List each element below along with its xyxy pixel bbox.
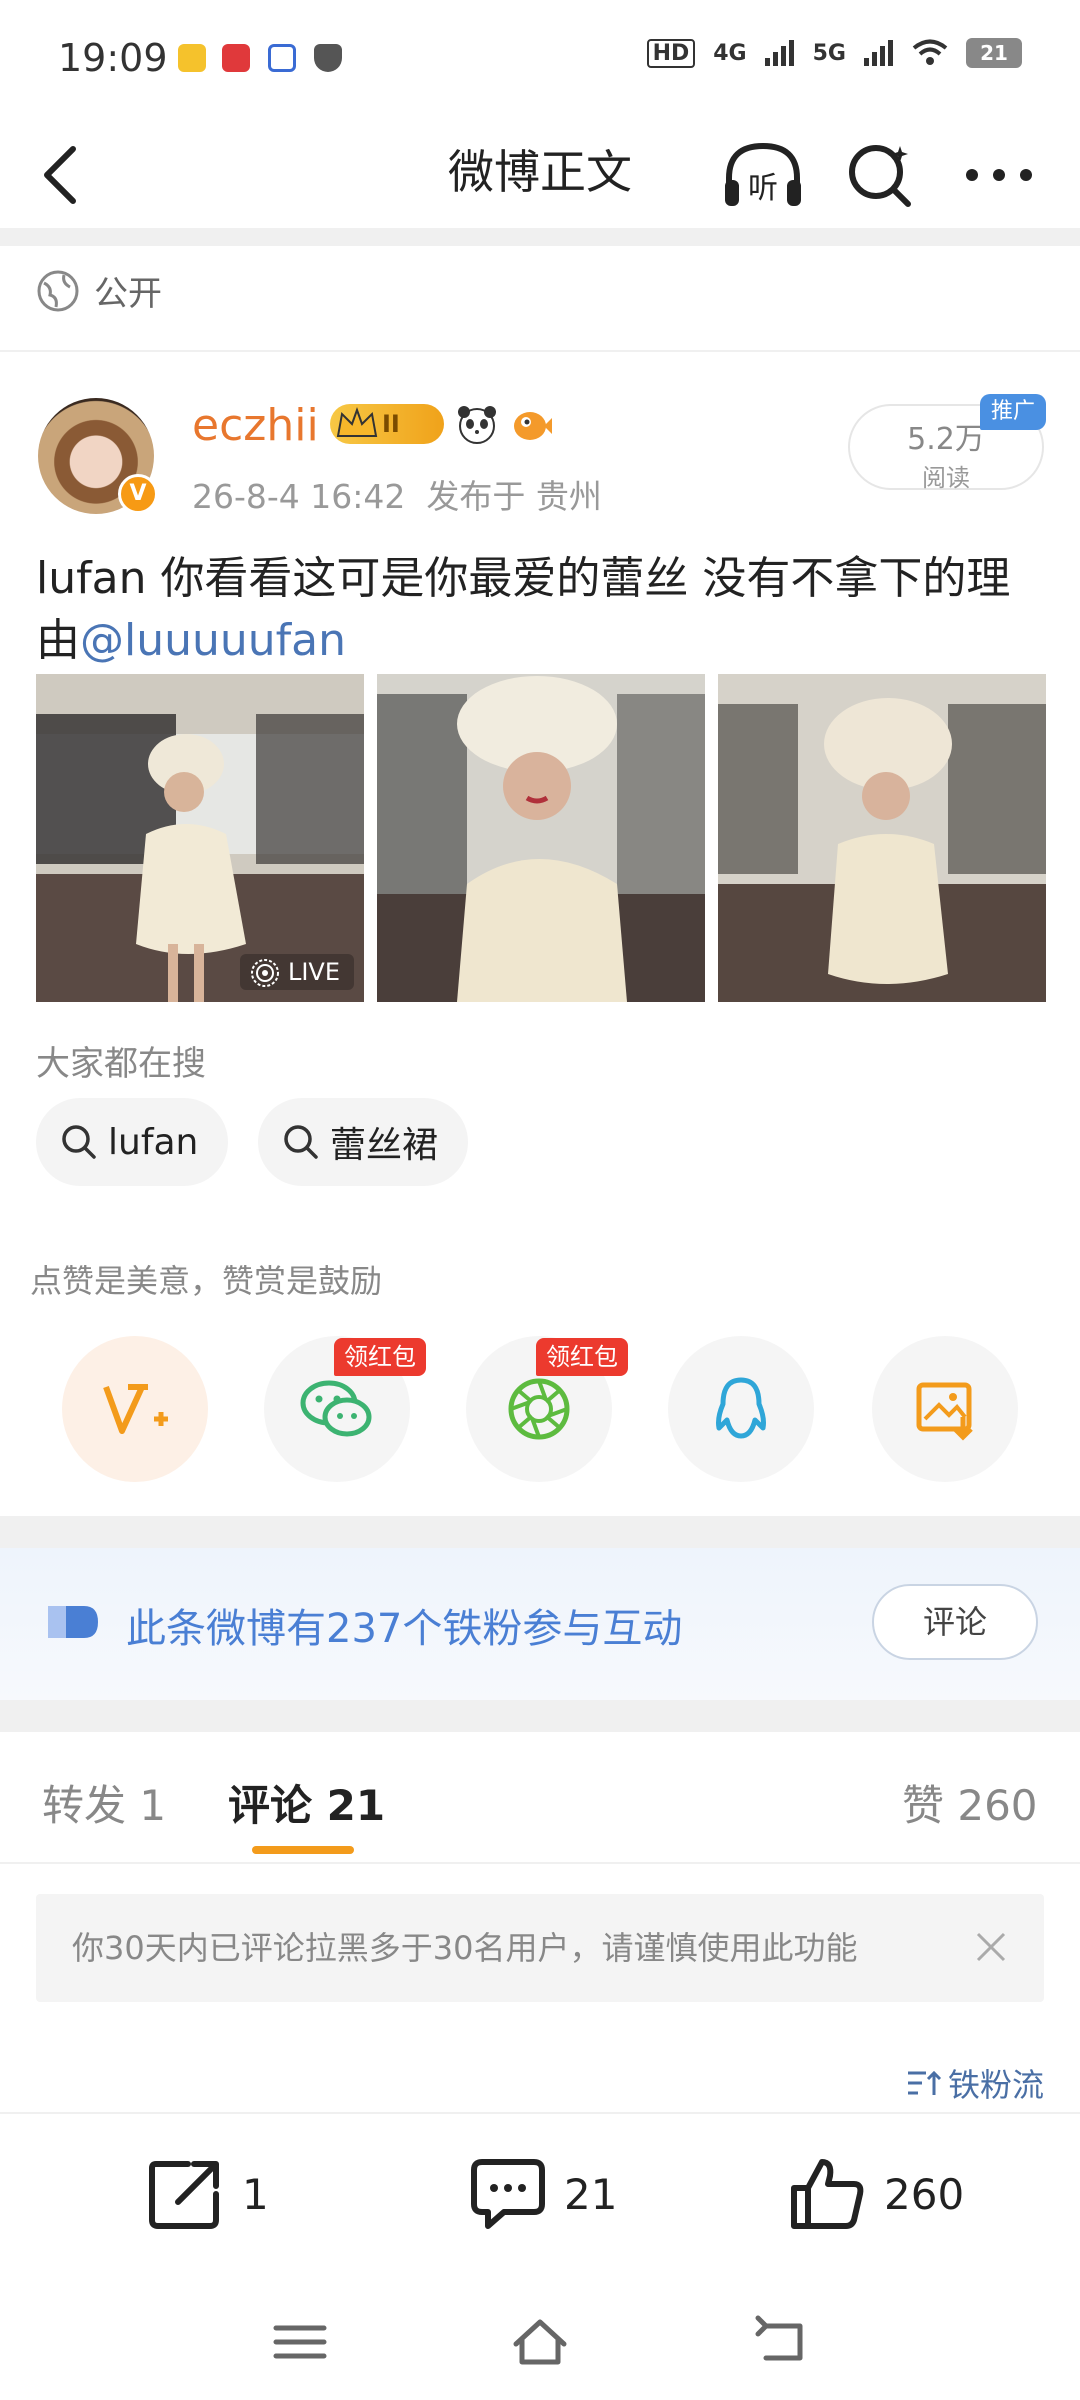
post-image-1[interactable]: LIVE (36, 674, 364, 1002)
visibility-indicator: 公开 (36, 266, 162, 315)
sort-iron-fans-button[interactable]: 铁粉流 (906, 2060, 1044, 2106)
comment-bottom-button[interactable]: 21 (470, 2158, 617, 2230)
live-badge: LIVE (239, 954, 354, 990)
promote-badge[interactable]: 推广 (980, 394, 1046, 430)
wechat-icon (300, 1380, 372, 1437)
runway-photo-image (718, 674, 1046, 1002)
status-time: 19:09 (58, 36, 168, 80)
search-button[interactable] (836, 130, 926, 220)
tab-likes[interactable]: 赞 260 (902, 1772, 1038, 1833)
network-4g-icon: 4G (713, 40, 747, 66)
divider (0, 1516, 1080, 1548)
red-packet-badge: 领红包 (334, 1338, 426, 1376)
back-nav-icon[interactable] (752, 2314, 812, 2370)
post-image-3[interactable] (718, 674, 1046, 1002)
post-text: lufan 你看看这可是你最爱的蕾丝 没有不拿下的理由@luuuuufan (36, 548, 1046, 672)
globe-icon (37, 270, 79, 311)
search-icon (284, 1125, 318, 1159)
home-icon[interactable] (510, 2314, 570, 2370)
network-5g-icon: 5G (812, 40, 846, 66)
signal-icon (864, 40, 893, 66)
share-qq-button[interactable] (668, 1336, 814, 1482)
post-image-2[interactable] (377, 674, 705, 1002)
qq-penguin-icon (716, 1377, 766, 1439)
search-chip-lufan[interactable]: lufan (36, 1098, 229, 1186)
menu-icon[interactable] (270, 2314, 330, 2370)
active-tab-indicator (252, 1846, 354, 1854)
divider (0, 1862, 1080, 1864)
v-plus-icon (103, 1384, 168, 1434)
crown-icon (336, 407, 378, 437)
mention-link[interactable]: @luuuuufan (80, 615, 346, 666)
more-options-button[interactable] (954, 130, 1044, 220)
signal-icon (764, 40, 794, 66)
divider (0, 228, 1080, 246)
moments-aperture-icon (508, 1378, 570, 1440)
close-icon[interactable] (974, 1930, 1008, 1964)
status-bar: 19:09 HD 4G 5G 21 (0, 0, 1080, 120)
thumbs-up-icon (791, 2159, 864, 2229)
runway-photo-image (377, 674, 705, 1002)
repost-count: 1 (242, 2169, 269, 2219)
iron-fans-banner: 此条微博有237个铁粉参与互动 评论 (0, 1548, 1080, 1700)
system-nav-bar (0, 2282, 1080, 2400)
red-packet-badge: 领红包 (536, 1338, 628, 1376)
comment-bubble-icon (471, 2159, 545, 2229)
search-icon (62, 1125, 96, 1159)
more-dots-icon (966, 169, 1032, 181)
fish-icon (514, 412, 552, 440)
svg-text:听: 听 (748, 171, 778, 206)
news-app-icon (222, 44, 250, 72)
headphones-icon: 听 (725, 142, 801, 206)
divider (0, 1700, 1080, 1732)
visibility-label: 公开 (94, 274, 162, 314)
search-chip-label: lufan (108, 1121, 199, 1163)
encourage-text: 点赞是美意，赞赏是鼓励 (30, 1262, 383, 1300)
hd-icon: HD (646, 38, 696, 68)
fans-banner-text: 此条微博有237个铁粉参与互动 (126, 1606, 683, 1652)
search-chip-lace-dress[interactable]: 蕾丝裙 (258, 1098, 469, 1186)
top-nav: 微博正文 听 (0, 120, 1080, 226)
comment-count: 21 (564, 2169, 618, 2219)
wifi-icon (912, 39, 948, 65)
shield-icon (314, 44, 342, 72)
weibo-app-icon (178, 44, 206, 72)
repost-button[interactable]: 1 (148, 2158, 269, 2230)
live-label: LIVE (287, 958, 340, 986)
author-name[interactable]: eczhii (192, 400, 319, 451)
sort-label: 铁粉流 (947, 2066, 1044, 2104)
baidu-app-icon (268, 44, 296, 72)
runway-photo-image (36, 674, 364, 1002)
like-button[interactable]: 260 (790, 2158, 964, 2230)
save-image-button[interactable] (872, 1336, 1018, 1482)
sort-icon (907, 2070, 942, 2095)
share-icon (149, 2161, 219, 2229)
bottom-action-bar: 1 21 260 (0, 2112, 1080, 2282)
verified-badge-icon: V (118, 474, 158, 514)
block-warning-notice: 你30天内已评论拉黑多于30名用户，请谨慎使用此功能 (36, 1894, 1044, 2002)
tab-repost[interactable]: 转发 1 (42, 1772, 166, 1833)
image-download-icon (916, 1382, 973, 1441)
search-icon (849, 145, 911, 207)
reward-button[interactable] (62, 1336, 208, 1482)
like-count: 260 (884, 2169, 965, 2219)
panda-icon (458, 406, 496, 444)
divider (0, 350, 1080, 352)
read-count-label: 阅读 (922, 464, 970, 492)
battery-icon: 21 (966, 38, 1022, 68)
fans-icon (48, 1606, 98, 1638)
listen-button[interactable]: 听 (718, 130, 808, 220)
live-photo-icon (250, 959, 279, 987)
search-chip-label: 蕾丝裙 (330, 1125, 439, 1166)
trending-search-title: 大家都在搜 (36, 1044, 206, 1084)
warning-text: 你30天内已评论拉黑多于30名用户，请谨慎使用此功能 (72, 1929, 858, 1967)
tab-comment[interactable]: 评论 21 (228, 1772, 385, 1833)
post-meta: 26-8-4 16:42 发布于 贵州 (192, 477, 602, 516)
comment-button[interactable]: 评论 (872, 1584, 1038, 1660)
